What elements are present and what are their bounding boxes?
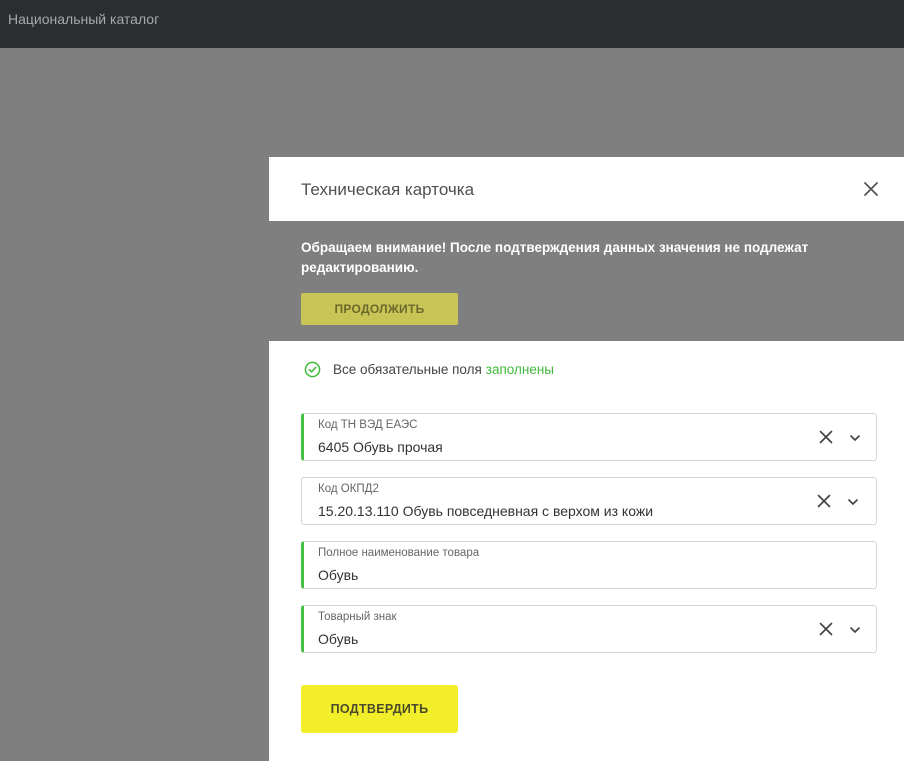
- field-label: Товарный знак: [318, 611, 397, 623]
- status-highlight: заполнены: [485, 361, 555, 377]
- app-title[interactable]: Национальный каталог: [8, 11, 159, 27]
- field-tn-ved[interactable]: Код ТН ВЭД ЕАЭС 6405 Обувь прочая: [301, 413, 877, 461]
- field-trademark[interactable]: Товарный знак Обувь: [301, 605, 877, 653]
- field-value: Обувь: [318, 631, 359, 647]
- notice-banner: Обращаем внимание! После подтверждения д…: [269, 221, 904, 341]
- clear-icon[interactable]: [818, 621, 834, 637]
- check-circle-icon: [304, 361, 321, 377]
- close-icon: [864, 182, 878, 196]
- field-value: 15.20.13.110 Обувь повседневная с верхом…: [318, 503, 654, 519]
- confirm-button[interactable]: ПОДТВЕРДИТЬ: [301, 685, 458, 733]
- technical-card-modal: Техническая карточка Обращаем внимание! …: [269, 157, 904, 761]
- field-value: Обувь: [318, 567, 359, 583]
- close-button[interactable]: [859, 177, 883, 201]
- field-label: Код ТН ВЭД ЕАЭС: [318, 419, 418, 431]
- sub-bar: [0, 48, 904, 104]
- clear-icon[interactable]: [818, 429, 834, 445]
- notice-text: Обращаем внимание! После подтверждения д…: [301, 240, 809, 275]
- field-label: Код ОКПД2: [318, 483, 379, 495]
- modal-title: Техническая карточка: [301, 180, 475, 199]
- field-value: 6405 Обувь прочая: [318, 439, 443, 455]
- status-text: Все обязательные поля: [333, 361, 482, 377]
- chevron-down-icon[interactable]: [847, 496, 859, 508]
- chevron-down-icon[interactable]: [849, 624, 861, 636]
- clear-icon[interactable]: [816, 493, 832, 509]
- required-fields-status: Все обязательные поля заполнены: [304, 360, 554, 378]
- top-bar: Национальный каталог: [0, 0, 904, 48]
- continue-button[interactable]: ПРОДОЛЖИТЬ: [301, 293, 458, 325]
- chevron-down-icon[interactable]: [849, 432, 861, 444]
- field-label: Полное наименование товара: [318, 547, 480, 559]
- field-full-product-name[interactable]: Полное наименование товара Обувь: [301, 541, 877, 589]
- field-okpd2[interactable]: Код ОКПД2 15.20.13.110 Обувь повседневна…: [301, 477, 877, 525]
